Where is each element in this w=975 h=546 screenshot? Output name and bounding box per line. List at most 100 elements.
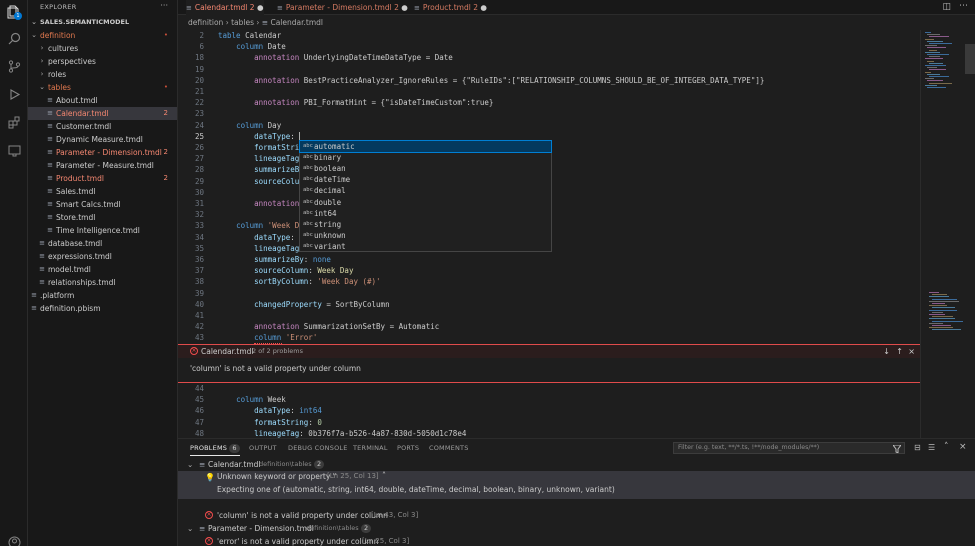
source-control-icon[interactable]	[6, 58, 22, 74]
close-panel-icon[interactable]: ×	[959, 442, 967, 452]
suggestion-item[interactable]: abc string	[300, 219, 551, 230]
search-icon[interactable]	[6, 30, 22, 46]
tree-file[interactable]: ≡ relationships.tmdl	[28, 276, 177, 289]
chevron-down-icon: ⌄	[31, 31, 37, 39]
suggestion-item[interactable]: abc boolean	[300, 163, 551, 174]
code-line: dataType:	[254, 232, 300, 242]
tree-file[interactable]: ≡ expressions.tmdl	[28, 250, 177, 263]
project-header[interactable]: ⌄ SALES.SEMANTICMODEL	[28, 16, 177, 29]
tree-file[interactable]: ≡ Parameter - Measure.tmdl	[28, 159, 177, 172]
tree-file[interactable]: ≡ Product.tmdl 2	[28, 172, 177, 185]
suggestion-item[interactable]: abc automatic	[299, 139, 552, 154]
tab-terminal[interactable]: TERMINAL	[353, 444, 388, 452]
tab-output[interactable]: OUTPUT	[249, 444, 277, 452]
tree-folder[interactable]: › cultures	[28, 42, 177, 55]
tab-parameter-dimension[interactable]: ≡ Parameter - Dimension.tmdl 2 ●	[277, 0, 408, 15]
run-debug-icon[interactable]	[6, 86, 22, 102]
dirty-dot-icon[interactable]: ●	[401, 3, 408, 12]
tab-ports[interactable]: PORTS	[397, 444, 419, 452]
suggestion-item[interactable]: abc binary	[300, 152, 551, 163]
minimap-line	[925, 45, 937, 47]
tree-file[interactable]: ≡ Calendar.tmdl 2	[28, 107, 177, 120]
tree-file[interactable]: ≡ About.tmdl	[28, 94, 177, 107]
problem-item[interactable]: × 'column' is not a valid property under…	[178, 509, 975, 522]
filter-icon[interactable]	[893, 445, 901, 453]
more-actions-icon[interactable]: ⋯	[959, 1, 968, 11]
collapse-all-icon[interactable]: ⊟	[914, 443, 921, 452]
tree-folder[interactable]: › perspectives	[28, 55, 177, 68]
tree-label: Dynamic Measure.tmdl	[56, 135, 143, 144]
tree-file[interactable]: ≡ Time Intelligence.tmdl	[28, 224, 177, 237]
code-line: sourceColumn: Week Day	[254, 266, 354, 276]
suggestion-label: boolean	[314, 164, 346, 174]
tab-calendar[interactable]: ≡ Calendar.tmdl 2 ●	[186, 0, 264, 15]
file-icon: ≡	[47, 213, 53, 221]
suggestion-item[interactable]: abc unknown	[300, 230, 551, 241]
arrow-down-icon[interactable]: ↓	[883, 345, 890, 358]
problem-item[interactable]: × 'error' is not a valid property under …	[178, 535, 975, 546]
tree-label: Calendar.tmdl	[56, 109, 109, 118]
lightbulb-icon[interactable]: 💡	[205, 473, 215, 482]
tree-file[interactable]: ≡ Customer.tmdl	[28, 120, 177, 133]
suggestion-item[interactable]: abc double	[300, 197, 551, 208]
tab-comments[interactable]: COMMENTS	[429, 444, 469, 452]
split-editor-icon[interactable]: ◫	[942, 2, 951, 12]
minimap-line	[927, 54, 949, 55]
tree-file[interactable]: ≡ Smart Calcs.tmdl	[28, 198, 177, 211]
remote-explorer-icon[interactable]	[6, 142, 22, 158]
problems-filter-input[interactable]: Filter (e.g. text, **/*.ts, !**/node_mod…	[673, 442, 905, 454]
line-number: 27	[194, 154, 204, 164]
tree-file[interactable]: ≡ definition.pbism	[28, 302, 177, 315]
tree-label: About.tmdl	[56, 96, 98, 105]
maximize-panel-icon[interactable]: ˄	[944, 442, 949, 452]
sidebar-title: EXPLORER	[40, 3, 77, 11]
dirty-dot-icon[interactable]: ●	[257, 3, 264, 12]
suggestion-label: decimal	[314, 186, 346, 196]
breadcrumb-tables[interactable]: tables	[231, 18, 254, 27]
minimap-line	[925, 32, 931, 33]
error-icon: ×	[205, 511, 213, 519]
breadcrumb-definition[interactable]: definition	[188, 18, 223, 27]
minimap-slider[interactable]	[965, 44, 975, 74]
tree-file[interactable]: ≡ Parameter - Dimension.tmdl 2	[28, 146, 177, 159]
tree-file[interactable]: ≡ Sales.tmdl	[28, 185, 177, 198]
line-number: 20	[194, 75, 204, 85]
code-editor-continued[interactable]: 44 45 column Week 46 dataType: int64 47 for…	[178, 383, 920, 438]
file-icon: ≡	[277, 4, 283, 12]
tree-file[interactable]: ≡ database.tmdl	[28, 237, 177, 250]
tree-folder[interactable]: › roles	[28, 68, 177, 81]
problem-group-calendar[interactable]: ⌄ ≡ Calendar.tmdl definition\tables 2	[178, 458, 975, 471]
account-icon[interactable]	[6, 534, 22, 546]
tab-debug-console[interactable]: DEBUG CONSOLE	[288, 444, 348, 452]
sidebar-more-button[interactable]: ···	[160, 1, 168, 10]
suggestion-label: double	[314, 197, 342, 207]
view-as-tree-icon[interactable]: ☰	[928, 443, 935, 452]
chevron-up-icon[interactable]: ˄	[382, 471, 386, 480]
peek-message: 'column' is not a valid property under c…	[190, 364, 361, 373]
tree-folder[interactable]: ⌄ definition •	[28, 29, 177, 42]
tree-file[interactable]: ≡ Store.tmdl	[28, 211, 177, 224]
bottom-panel: PROBLEMS 6 OUTPUT DEBUG CONSOLE TERMINAL…	[178, 438, 975, 546]
suggestion-item[interactable]: abc decimal	[300, 185, 551, 196]
close-icon[interactable]: ×	[908, 345, 915, 358]
tree-folder[interactable]: ⌄ tables •	[28, 81, 177, 94]
chevron-down-icon: ⌄	[187, 460, 194, 469]
suggestion-item[interactable]: abc int64	[300, 208, 551, 219]
tab-product[interactable]: ≡ Product.tmdl 2 ●	[414, 0, 487, 15]
breadcrumb-file[interactable]: Calendar.tmdl	[270, 18, 323, 27]
problem-group-parameter-dimension[interactable]: ⌄ ≡ Parameter - Dimension.tmdl definitio…	[178, 522, 975, 535]
problem-detail-selected[interactable]: 💡 Unknown keyword or property '' [Ln 25,…	[178, 471, 975, 499]
tab-problems[interactable]: PROBLEMS 6	[190, 444, 240, 456]
tree-label: .platform	[40, 291, 75, 300]
dirty-dot-icon[interactable]: ●	[480, 3, 487, 12]
suggestion-item[interactable]: abc variant	[300, 241, 551, 252]
line-number: 23	[194, 109, 204, 119]
arrow-up-icon[interactable]: ↑	[896, 345, 903, 358]
suggestion-item[interactable]: abc dateTime	[300, 174, 551, 185]
tree-file[interactable]: ≡ Dynamic Measure.tmdl	[28, 133, 177, 146]
extensions-icon[interactable]	[6, 114, 22, 130]
tree-file[interactable]: ≡ model.tmdl	[28, 263, 177, 276]
line-number: 2	[199, 31, 204, 40]
minimap[interactable]	[920, 30, 975, 438]
tree-file[interactable]: ≡ .platform	[28, 289, 177, 302]
